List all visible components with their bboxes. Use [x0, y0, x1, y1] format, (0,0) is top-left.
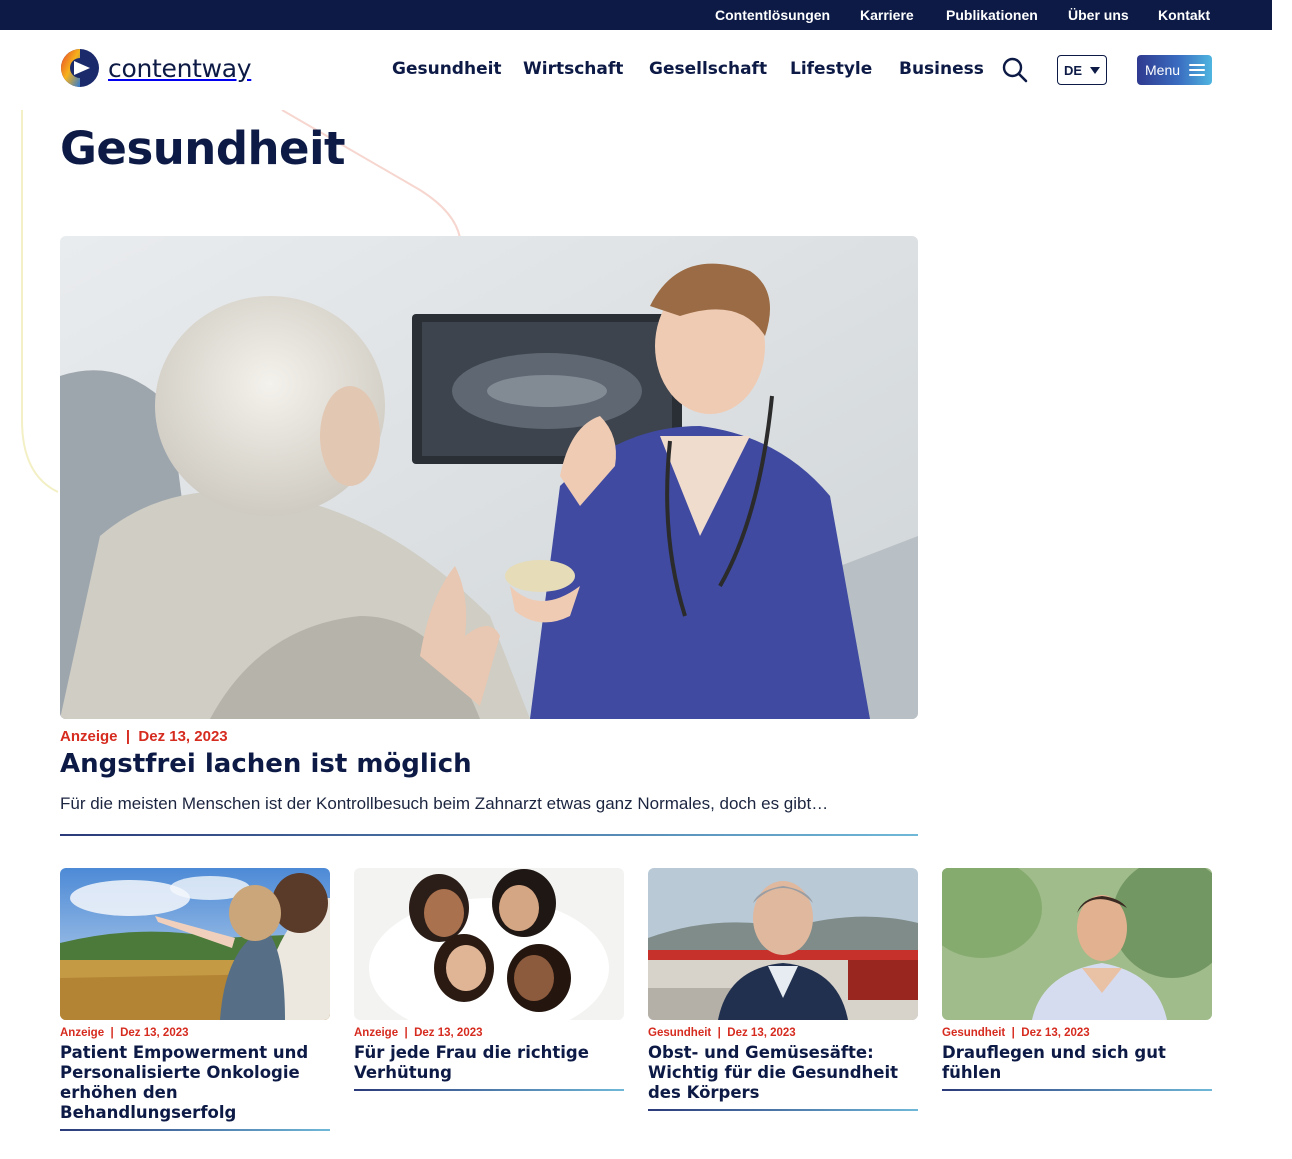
page-title: Gesundheit: [60, 122, 346, 175]
article-card-divider: [648, 1109, 918, 1111]
featured-article-image[interactable]: [60, 236, 918, 719]
topbar-link-karriere[interactable]: Karriere: [860, 7, 914, 23]
article-card-date: Dez 13, 2023: [414, 1027, 483, 1039]
article-card-divider: [60, 1129, 330, 1131]
featured-article-divider: [60, 834, 918, 836]
article-card-title[interactable]: Für jede Frau die richtige Verhütung: [354, 1043, 624, 1083]
article-card: Anzeige | Dez 13, 2023 Patient Empowerme…: [60, 868, 330, 1131]
menu-label: Menu: [1145, 62, 1181, 78]
featured-article-meta: Anzeige | Dez 13, 2023: [60, 728, 228, 745]
chevron-down-icon: [1090, 66, 1101, 74]
article-card-category[interactable]: Gesundheit: [942, 1027, 1005, 1039]
featured-article-date: Dez 13, 2023: [138, 728, 228, 745]
article-card-date: Dez 13, 2023: [120, 1027, 189, 1039]
featured-article-excerpt: Für die meisten Menschen ist der Kontrol…: [60, 794, 829, 813]
article-card: Anzeige | Dez 13, 2023 Für jede Frau die…: [354, 868, 624, 1091]
article-card-image[interactable]: [354, 868, 624, 1020]
man-outdoors-photo: [942, 868, 1212, 1020]
topbar-link-ueber-uns[interactable]: Über uns: [1068, 7, 1129, 23]
nav-item-gesellschaft[interactable]: Gesellschaft: [649, 59, 767, 79]
top-utility-bar: Contentlösungen Karriere Publikationen Ü…: [0, 0, 1272, 30]
article-card-image[interactable]: [942, 868, 1212, 1020]
site-header: contentway Gesundheit Wirtschaft Gesells…: [0, 30, 1272, 110]
nav-item-lifestyle[interactable]: Lifestyle: [790, 59, 872, 79]
women-smiling-circle-photo: [354, 868, 624, 1020]
search-icon: [1002, 57, 1028, 83]
article-card-divider: [942, 1089, 1212, 1091]
nav-item-wirtschaft[interactable]: Wirtschaft: [523, 59, 623, 79]
article-card-title[interactable]: Patient Empowerment und Personalisierte …: [60, 1043, 330, 1123]
article-card: Gesundheit | Dez 13, 2023 Obst- und Gemü…: [648, 868, 918, 1111]
language-current: DE: [1064, 62, 1083, 78]
topbar-link-publikationen[interactable]: Publikationen: [946, 7, 1038, 23]
menu-button[interactable]: Menu: [1137, 55, 1212, 85]
article-card-image[interactable]: [648, 868, 918, 1020]
contentway-logo-icon: [61, 49, 99, 87]
article-card-date: Dez 13, 2023: [1021, 1027, 1090, 1039]
article-card-category[interactable]: Anzeige: [354, 1027, 398, 1039]
article-card: Gesundheit | Dez 13, 2023 Drauflegen und…: [942, 868, 1212, 1091]
article-card-image[interactable]: [60, 868, 330, 1020]
topbar-link-contentloesungen[interactable]: Contentlösungen: [715, 7, 830, 23]
businessman-factory-photo: [648, 868, 918, 1020]
meta-separator: |: [121, 728, 135, 745]
meta-separator: |: [107, 1027, 117, 1039]
hamburger-icon: [1189, 61, 1206, 79]
featured-article-category[interactable]: Anzeige: [60, 728, 118, 745]
language-selector[interactable]: DE: [1057, 55, 1107, 85]
article-card-meta: Gesundheit | Dez 13, 2023: [648, 1027, 918, 1039]
article-card-title[interactable]: Drauflegen und sich gut fühlen: [942, 1043, 1212, 1083]
search-button[interactable]: [1001, 56, 1029, 84]
logo-wordmark: contentway: [108, 53, 252, 83]
article-card-category[interactable]: Gesundheit: [648, 1027, 711, 1039]
article-card-divider: [354, 1089, 624, 1091]
wheat-field-photo: [60, 868, 330, 1020]
meta-separator: |: [714, 1027, 725, 1039]
meta-separator: |: [1008, 1027, 1019, 1039]
article-card-meta: Anzeige | Dez 13, 2023: [354, 1027, 624, 1039]
featured-article-title[interactable]: Angstfrei lachen ist möglich: [60, 749, 472, 779]
article-card-date: Dez 13, 2023: [727, 1027, 796, 1039]
article-card-meta: Gesundheit | Dez 13, 2023: [942, 1027, 1212, 1039]
article-card-meta: Anzeige | Dez 13, 2023: [60, 1027, 330, 1039]
article-card-title[interactable]: Obst- und Gemüsesäfte: Wichtig für die G…: [648, 1043, 918, 1103]
topbar-link-kontakt[interactable]: Kontakt: [1158, 7, 1210, 23]
nav-item-business[interactable]: Business: [899, 59, 984, 79]
meta-separator: |: [401, 1027, 411, 1039]
nav-item-gesundheit[interactable]: Gesundheit: [392, 59, 502, 79]
article-card-category[interactable]: Anzeige: [60, 1027, 104, 1039]
site-logo[interactable]: contentway: [60, 48, 252, 88]
dentist-consultation-photo: [60, 236, 918, 719]
